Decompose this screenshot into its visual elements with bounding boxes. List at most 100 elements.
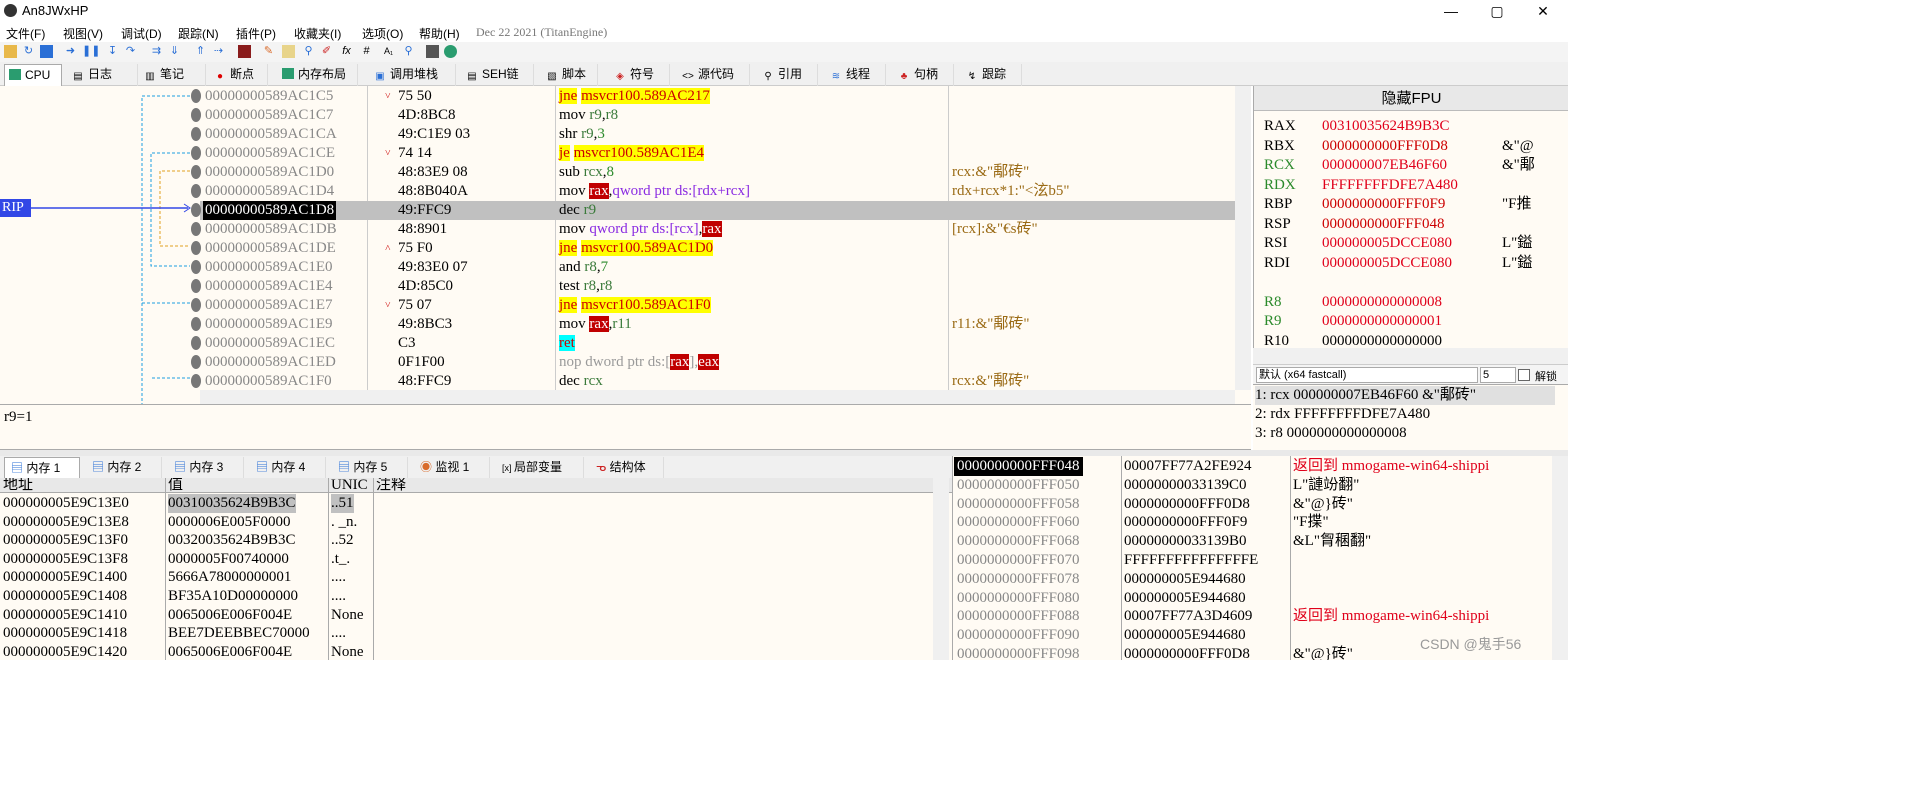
register-row[interactable]: R9 0000000000000001 [1254, 312, 1554, 331]
registers-panel[interactable]: 隐藏FPU RAX 00310035624B9B3C RBX 0000000000FF… [1253, 86, 1568, 364]
arg-count-spinner[interactable]: 5 [1480, 367, 1516, 383]
arg-row[interactable]: 1: rcx 000000007EB46F60 &"鄅砖" [1255, 386, 1555, 405]
calling-convention-select[interactable]: 默认 (x64 fastcall) [1256, 367, 1478, 383]
register-row[interactable] [1254, 273, 1554, 292]
breakpoint-bullet[interactable] [191, 279, 201, 293]
header-unicode[interactable]: UNIC [331, 478, 368, 493]
run-to-user-code-icon[interactable]: ⇢ [212, 45, 225, 58]
minimize-button[interactable]: — [1428, 0, 1474, 22]
menu-help[interactable]: 帮助(H) [419, 25, 460, 42]
register-row[interactable]: RSP 0000000000FFF048 [1254, 215, 1554, 234]
open-icon[interactable] [4, 45, 17, 58]
step-into-icon[interactable]: ↧ [106, 45, 119, 58]
disasm-row[interactable]: 00000000589AC1CE ˅ 74 14 je msvcr100.589AC1… [200, 144, 1235, 163]
disasm-row[interactable]: 00000000589AC1DB 48:8901 mov qword ptr ds:… [200, 220, 1235, 239]
breakpoint-bullet[interactable] [191, 146, 201, 160]
stop-icon[interactable] [40, 45, 53, 58]
scylla-icon[interactable] [238, 45, 251, 58]
settings-icon[interactable] [444, 45, 457, 58]
close-button[interactable]: ✕ [1520, 0, 1566, 22]
menu-favourites[interactable]: 收藏夹(I) [294, 25, 341, 42]
menu-trace[interactable]: 跟踪(N) [178, 25, 219, 42]
breakpoint-bullet[interactable] [191, 184, 201, 198]
tab-threads[interactable]: ≋ 线程 [826, 64, 886, 86]
execute-till-return-icon[interactable]: ⇑ [194, 45, 207, 58]
dump-row[interactable]: 000000005E9C13E8 0000006E005F0000 . _n. [0, 513, 940, 532]
unlock-checkbox[interactable] [1518, 369, 1530, 381]
register-value[interactable]: 0000000000000001 [1322, 312, 1442, 331]
tab-struct[interactable]: ᓀ 结构体 [590, 457, 664, 478]
register-value[interactable]: 0000000000FFF0D8 [1322, 137, 1448, 156]
breakpoint-bullet[interactable] [191, 317, 201, 331]
disasm-row[interactable]: 00000000589AC1ED 0F1F00 nop dword ptr ds:[… [200, 353, 1235, 372]
register-value[interactable]: 000000005DCCE080 [1322, 234, 1452, 253]
stack-row[interactable]: 0000000000FFF060 0000000000FFF0F9 "F揲" [953, 513, 1553, 532]
register-row[interactable]: RDI 000000005DCCE080 L"鎰 [1254, 254, 1554, 273]
menu-file[interactable]: 文件(F) [6, 25, 45, 42]
stack-row[interactable]: 0000000000FFF070 FFFFFFFFFFFFFFFE [953, 551, 1553, 570]
dump-row[interactable]: 000000005E9C1418 BEE7DEEBBEC70000.... [0, 624, 940, 643]
tab-symbols[interactable]: ◈ 符号 [610, 64, 670, 86]
menu-view[interactable]: 视图(V) [63, 25, 103, 42]
dump-row[interactable]: 000000005E9C13E0 00310035624B9B3C ..51 [0, 494, 940, 513]
register-row[interactable]: RSI 000000005DCCE080 L"鎰 [1254, 234, 1554, 253]
trace-over-icon[interactable]: ⇓ [168, 45, 181, 58]
register-value[interactable]: FFFFFFFFDFE7A480 [1322, 176, 1458, 195]
pause-icon[interactable]: ❚❚ [82, 45, 100, 58]
breakpoint-bullet[interactable] [191, 222, 201, 236]
tab-source[interactable]: <> 源代码 [678, 64, 750, 86]
dump-row[interactable]: 000000005E9C13F8 0000005F00740000 .t_. [0, 550, 940, 569]
tab-script[interactable]: ▧ 脚本 [542, 64, 598, 86]
tab-watch-1[interactable]: ◉ 监视 1 [414, 457, 490, 478]
disasm-row[interactable]: 00000000589AC1E7 ˅ 75 07 jne msvcr100.589AC… [200, 296, 1235, 315]
disasm-row[interactable]: 00000000589AC1E9 49:8BC3 mov rax,r11 r11:&"… [200, 315, 1235, 334]
register-value[interactable]: 00310035624B9B3C [1322, 117, 1450, 136]
register-value[interactable]: 000000007EB46F60 [1322, 156, 1447, 175]
dump-view[interactable]: 地址 值 UNIC 注释 000000005E9C13E0 00310035624… [0, 478, 952, 660]
breakpoint-bullet[interactable] [191, 165, 201, 179]
header-comment[interactable]: 注释 [376, 478, 406, 493]
disasm-row[interactable]: 00000000589AC1DE ˄ 75 F0 jne msvcr100.589AC… [200, 239, 1235, 258]
tab-references[interactable]: ⚲ 引用 [758, 64, 818, 86]
stack-row[interactable]: 0000000000FFF068 00000000033139B0 &L"胷稛翻" [953, 532, 1553, 551]
arguments-panel[interactable]: 1: rcx 000000007EB46F60 &"鄅砖" 2: rdx FFF… [1253, 384, 1568, 450]
arg-row[interactable]: 3: r8 0000000000000008 [1255, 424, 1555, 443]
menu-debug[interactable]: 调试(D) [121, 25, 162, 42]
disasm-row[interactable]: 00000000589AC1D4 48:8B040A mov rax,qword p… [200, 182, 1235, 201]
disasm-row[interactable]: 00000000589AC1E0 49:83E0 07 and r8,7 [200, 258, 1235, 277]
stack-vertical-scrollbar[interactable] [1552, 456, 1568, 660]
registers-horizontal-scrollbar[interactable] [1253, 348, 1568, 364]
breakpoint-bullet[interactable] [191, 127, 201, 141]
breakpoint-bullet[interactable] [191, 355, 201, 369]
tab-trace[interactable]: ↯ 跟踪 [962, 64, 1022, 86]
breakpoint-bullet[interactable] [191, 260, 201, 274]
register-value[interactable]: 000000005DCCE080 [1322, 254, 1452, 273]
find-icon[interactable]: ⚲ [402, 45, 415, 58]
tab-dump-1[interactable]: ▤ 内存 1 [4, 457, 80, 478]
labels-icon[interactable]: ⚲ [302, 45, 315, 58]
comments-icon[interactable] [282, 45, 295, 58]
hash-icon[interactable]: # [360, 45, 373, 58]
tab-dump-4[interactable]: ▤ 内存 4 [250, 457, 326, 478]
stack-row[interactable]: 0000000000FFF058 0000000000FFF0D8 &"@}砖" [953, 495, 1553, 514]
stack-view[interactable]: 0000000000FFF048 00007FF77A2FE924 返回到 mmog… [952, 456, 1568, 660]
menu-plugins[interactable]: 插件(P) [236, 25, 276, 42]
disassembly-horizontal-scrollbar[interactable] [200, 390, 1235, 404]
tab-locals[interactable]: [x] 局部变量 [496, 457, 584, 478]
dump-row[interactable]: 000000005E9C1420 0065006E006F004E None [0, 643, 940, 660]
tab-dump-2[interactable]: ▤ 内存 2 [86, 457, 162, 478]
register-row[interactable]: RAX 00310035624B9B3C [1254, 117, 1554, 136]
disasm-row[interactable]: 00000000589AC1D8 49:FFC9 dec r9 [200, 201, 1235, 220]
breakpoint-bullet[interactable] [191, 203, 201, 217]
tab-cpu[interactable]: CPU [4, 64, 62, 86]
register-value[interactable]: 0000000000FFF048 [1322, 215, 1445, 234]
dump-row[interactable]: 000000005E9C1400 5666A78000000001.... [0, 568, 940, 587]
dump-vertical-scrollbar[interactable] [933, 478, 949, 660]
stack-row[interactable]: 0000000000FFF080 000000005E944680 [953, 589, 1553, 608]
breakpoint-bullet[interactable] [191, 89, 201, 103]
dump-row[interactable]: 000000005E9C1408 BF35A10D00000000.... [0, 587, 940, 606]
stack-row[interactable]: 0000000000FFF078 000000005E944680 [953, 570, 1553, 589]
functions-icon[interactable]: fx [340, 45, 353, 58]
tab-seh[interactable]: ▤ SEH链 [462, 64, 534, 86]
register-value[interactable]: 0000000000FFF0F9 [1322, 195, 1445, 214]
